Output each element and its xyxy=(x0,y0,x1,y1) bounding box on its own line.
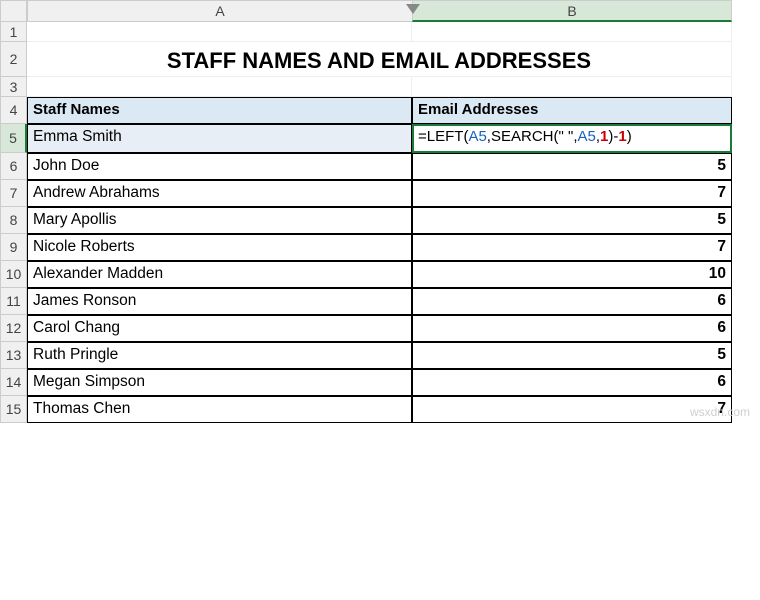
cell-value[interactable]: 7 xyxy=(412,396,732,423)
cell-b5-active[interactable]: =LEFT(A5,SEARCH(" ",A5,1)-1) xyxy=(412,124,732,153)
cell-a3[interactable] xyxy=(27,77,412,97)
row-header[interactable]: 13 xyxy=(0,342,27,369)
cell-name[interactable]: Andrew Abrahams xyxy=(27,180,412,207)
column-header-b[interactable]: B xyxy=(412,0,732,22)
title-cell[interactable]: STAFF NAMES AND EMAIL ADDRESSES xyxy=(27,42,732,77)
cell-value[interactable]: 6 xyxy=(412,288,732,315)
cell-a5[interactable]: Emma Smith xyxy=(27,124,412,153)
watermark: wsxdn.com xyxy=(690,405,750,419)
select-all-corner[interactable] xyxy=(0,0,27,22)
row-header[interactable]: 7 xyxy=(0,180,27,207)
cell-b3[interactable] xyxy=(412,77,732,97)
row-header[interactable]: 14 xyxy=(0,369,27,396)
row-header[interactable]: 4 xyxy=(0,97,27,124)
row-header[interactable]: 12 xyxy=(0,315,27,342)
cell-name[interactable]: Nicole Roberts xyxy=(27,234,412,261)
formula-text: =LEFT(A5,SEARCH(" ",A5,1)-1) xyxy=(418,128,632,145)
row-header[interactable]: 8 xyxy=(0,207,27,234)
row-header[interactable]: 10 xyxy=(0,261,27,288)
cell-name[interactable]: John Doe xyxy=(27,153,412,180)
cell-value[interactable]: 5 xyxy=(412,207,732,234)
column-header-a[interactable]: A xyxy=(27,0,412,22)
cell-value[interactable]: 7 xyxy=(412,234,732,261)
cell-value[interactable]: 5 xyxy=(412,342,732,369)
spreadsheet: A B 1 2 STAFF NAMES AND EMAIL ADDRESSES … xyxy=(0,0,760,423)
cell-value[interactable]: 6 xyxy=(412,315,732,342)
cell-value[interactable]: 7 xyxy=(412,180,732,207)
cell-value[interactable]: 10 xyxy=(412,261,732,288)
row-header[interactable]: 3 xyxy=(0,77,27,97)
row-header[interactable]: 5 xyxy=(0,124,27,153)
cell-value[interactable]: 6 xyxy=(412,369,732,396)
cell-name[interactable]: Ruth Pringle xyxy=(27,342,412,369)
column-headers: A B xyxy=(27,0,760,22)
cell-b1[interactable] xyxy=(412,22,732,42)
cell-a1[interactable] xyxy=(27,22,412,42)
row-header[interactable]: 6 xyxy=(0,153,27,180)
row-header[interactable]: 2 xyxy=(0,42,27,77)
cell-name[interactable]: Mary Apollis xyxy=(27,207,412,234)
cell-name[interactable]: James Ronson xyxy=(27,288,412,315)
row-header[interactable]: 15 xyxy=(0,396,27,423)
header-staff-names[interactable]: Staff Names xyxy=(27,97,412,124)
cell-name[interactable]: Megan Simpson xyxy=(27,369,412,396)
row-header[interactable]: 11 xyxy=(0,288,27,315)
cell-value[interactable]: 5 xyxy=(412,153,732,180)
row-header[interactable]: 1 xyxy=(0,22,27,42)
column-header-b-label: B xyxy=(567,3,576,19)
cell-name[interactable]: Carol Chang xyxy=(27,315,412,342)
grid-rows: 1 2 STAFF NAMES AND EMAIL ADDRESSES 3 4 … xyxy=(0,22,760,423)
column-resize-icon[interactable] xyxy=(406,4,420,14)
cell-name[interactable]: Thomas Chen xyxy=(27,396,412,423)
header-email-addresses[interactable]: Email Addresses xyxy=(412,97,732,124)
row-header[interactable]: 9 xyxy=(0,234,27,261)
cell-name[interactable]: Alexander Madden xyxy=(27,261,412,288)
